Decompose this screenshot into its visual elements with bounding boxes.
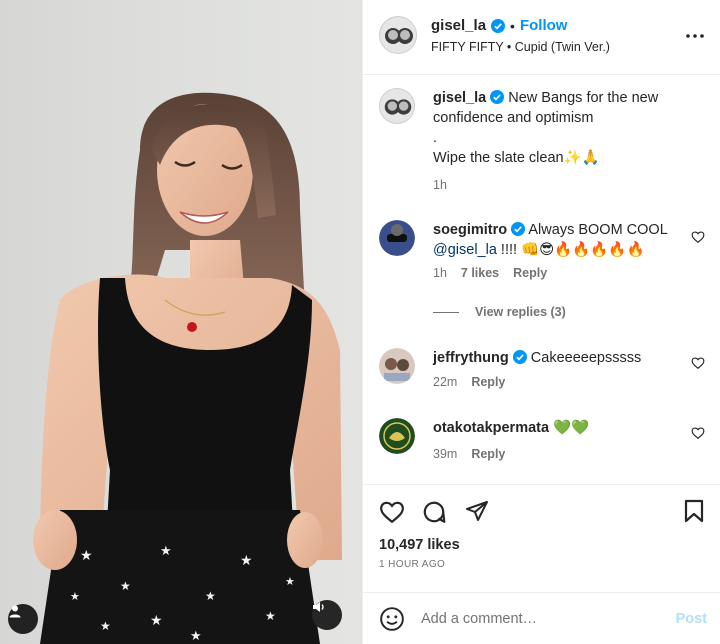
sound-toggle-button[interactable]: [312, 600, 342, 630]
comment-time: 1h: [433, 266, 447, 280]
heart-icon: [691, 231, 705, 243]
post-panel: gisel_la • Follow FIFTY FIFTY • Cupid (T…: [362, 0, 720, 644]
follow-button[interactable]: Follow: [520, 17, 568, 34]
comment-text: soegimitro Always BOOM COOL @gisel_la !!…: [433, 220, 703, 260]
post-timestamp: 1 HOUR AGO: [379, 559, 446, 570]
bookmark-icon: [684, 499, 704, 523]
comment-meta: 22m Reply: [433, 375, 505, 389]
caption-meta: 1h: [433, 178, 447, 192]
svg-text:★: ★: [100, 619, 111, 633]
svg-text:★: ★: [70, 591, 80, 603]
verified-icon: [511, 222, 526, 236]
svg-text:★: ★: [205, 589, 216, 603]
svg-text:★: ★: [285, 576, 295, 588]
commenter-avatar[interactable]: [379, 348, 415, 384]
comment-meta: 1h 7 likes Reply: [433, 266, 547, 280]
svg-text:★: ★: [120, 579, 131, 593]
comment-reply-button[interactable]: Reply: [471, 375, 505, 389]
author-username[interactable]: gisel_la: [431, 17, 486, 34]
comment-time: 22m: [433, 375, 458, 389]
svg-text:★: ★: [150, 612, 163, 628]
commenter-avatar[interactable]: [379, 220, 415, 256]
author-line: gisel_la • Follow: [431, 17, 567, 34]
post-comment-button[interactable]: Post: [676, 611, 707, 627]
post-header: gisel_la • Follow FIFTY FIFTY • Cupid (T…: [363, 0, 720, 75]
comment-button[interactable]: [421, 499, 447, 530]
svg-text:★: ★: [240, 552, 253, 568]
view-replies-button[interactable]: View replies (3): [433, 305, 566, 319]
comment-item: jeffrythung Cakeeeeepsssss 22m Reply: [379, 348, 705, 398]
comment-item: soegimitro Always BOOM COOL @gisel_la !!…: [379, 220, 705, 290]
svg-text:★: ★: [190, 628, 202, 643]
caption-text: gisel_la New Bangs for the new confidenc…: [433, 88, 703, 168]
view-replies-label: View replies (3): [475, 305, 566, 319]
comment-input[interactable]: [421, 607, 661, 631]
comment-time: 39m: [433, 447, 458, 461]
caption-dot: .: [433, 130, 438, 146]
svg-text:★: ★: [80, 547, 93, 563]
comment-likes[interactable]: 7 likes: [461, 266, 499, 280]
comment-like-button[interactable]: [691, 356, 705, 375]
comment-username[interactable]: jeffrythung: [433, 350, 509, 366]
comment-icon: [423, 501, 446, 523]
photo-illustration: ★ ★ ★ ★ ★ ★ ★ ★ ★ ★ ★: [33, 92, 342, 644]
emoji-picker-button[interactable]: [379, 606, 405, 637]
comment-text: otakotakpermata 💚💚: [433, 418, 703, 438]
caption-line2: Wipe the slate clean✨🙏: [433, 150, 600, 166]
comment-username[interactable]: soegimitro: [433, 222, 507, 238]
comment-message: 💚💚: [553, 420, 590, 436]
like-button[interactable]: [379, 499, 405, 530]
comment-username[interactable]: otakotakpermata: [433, 420, 549, 436]
post-photo[interactable]: ★ ★ ★ ★ ★ ★ ★ ★ ★ ★ ★: [0, 0, 362, 644]
separator-dot: •: [510, 17, 515, 34]
comment-reply-button[interactable]: Reply: [513, 266, 547, 280]
emoji-icon: [380, 607, 404, 631]
comments-section: gisel_la New Bangs for the new confidenc…: [363, 76, 720, 484]
heart-icon: [691, 357, 705, 369]
verified-icon: [491, 18, 506, 33]
tagged-users-button[interactable]: [8, 604, 38, 634]
comment-text: jeffrythung Cakeeeeepsssss: [433, 348, 703, 368]
comment-like-button[interactable]: [691, 426, 705, 445]
caption: gisel_la New Bangs for the new confidenc…: [379, 88, 699, 198]
comment-composer: Post: [363, 592, 720, 644]
share-icon: [466, 501, 488, 521]
more-options-button[interactable]: [685, 26, 705, 51]
comment-like-button[interactable]: [691, 230, 705, 249]
heart-icon: [380, 501, 404, 524]
likes-count[interactable]: 10,497 likes: [379, 537, 460, 553]
comment-meta: 39m Reply: [433, 447, 505, 461]
user-icon: [9, 605, 21, 618]
comment-mention[interactable]: @gisel_la: [433, 242, 497, 258]
verified-icon: [490, 90, 505, 104]
comment-message-tail: !!!! 👊😎🔥🔥🔥🔥🔥: [496, 242, 645, 258]
author-avatar[interactable]: [379, 16, 417, 54]
audio-track[interactable]: FIFTY FIFTY • Cupid (Twin Ver.): [431, 40, 610, 54]
share-button[interactable]: [465, 499, 489, 528]
verified-icon: [512, 350, 527, 364]
caption-avatar[interactable]: [379, 88, 415, 124]
comment-reply-button[interactable]: Reply: [471, 447, 505, 461]
post-actions: 10,497 likes 1 HOUR AGO: [363, 484, 720, 590]
svg-text:★: ★: [160, 543, 172, 558]
replies-divider: [433, 311, 459, 313]
more-icon: [686, 34, 704, 38]
caption-time: 1h: [433, 178, 447, 192]
speaker-icon: [313, 602, 324, 612]
caption-username[interactable]: gisel_la: [433, 90, 486, 106]
heart-icon: [691, 427, 705, 439]
commenter-avatar[interactable]: [379, 418, 415, 454]
svg-text:★: ★: [265, 609, 276, 623]
comment-item: otakotakpermata 💚💚 39m Reply: [379, 418, 705, 468]
comment-message: Cakeeeeepsssss: [530, 350, 642, 366]
save-button[interactable]: [683, 499, 705, 528]
comment-message: Always BOOM COOL: [528, 222, 668, 238]
